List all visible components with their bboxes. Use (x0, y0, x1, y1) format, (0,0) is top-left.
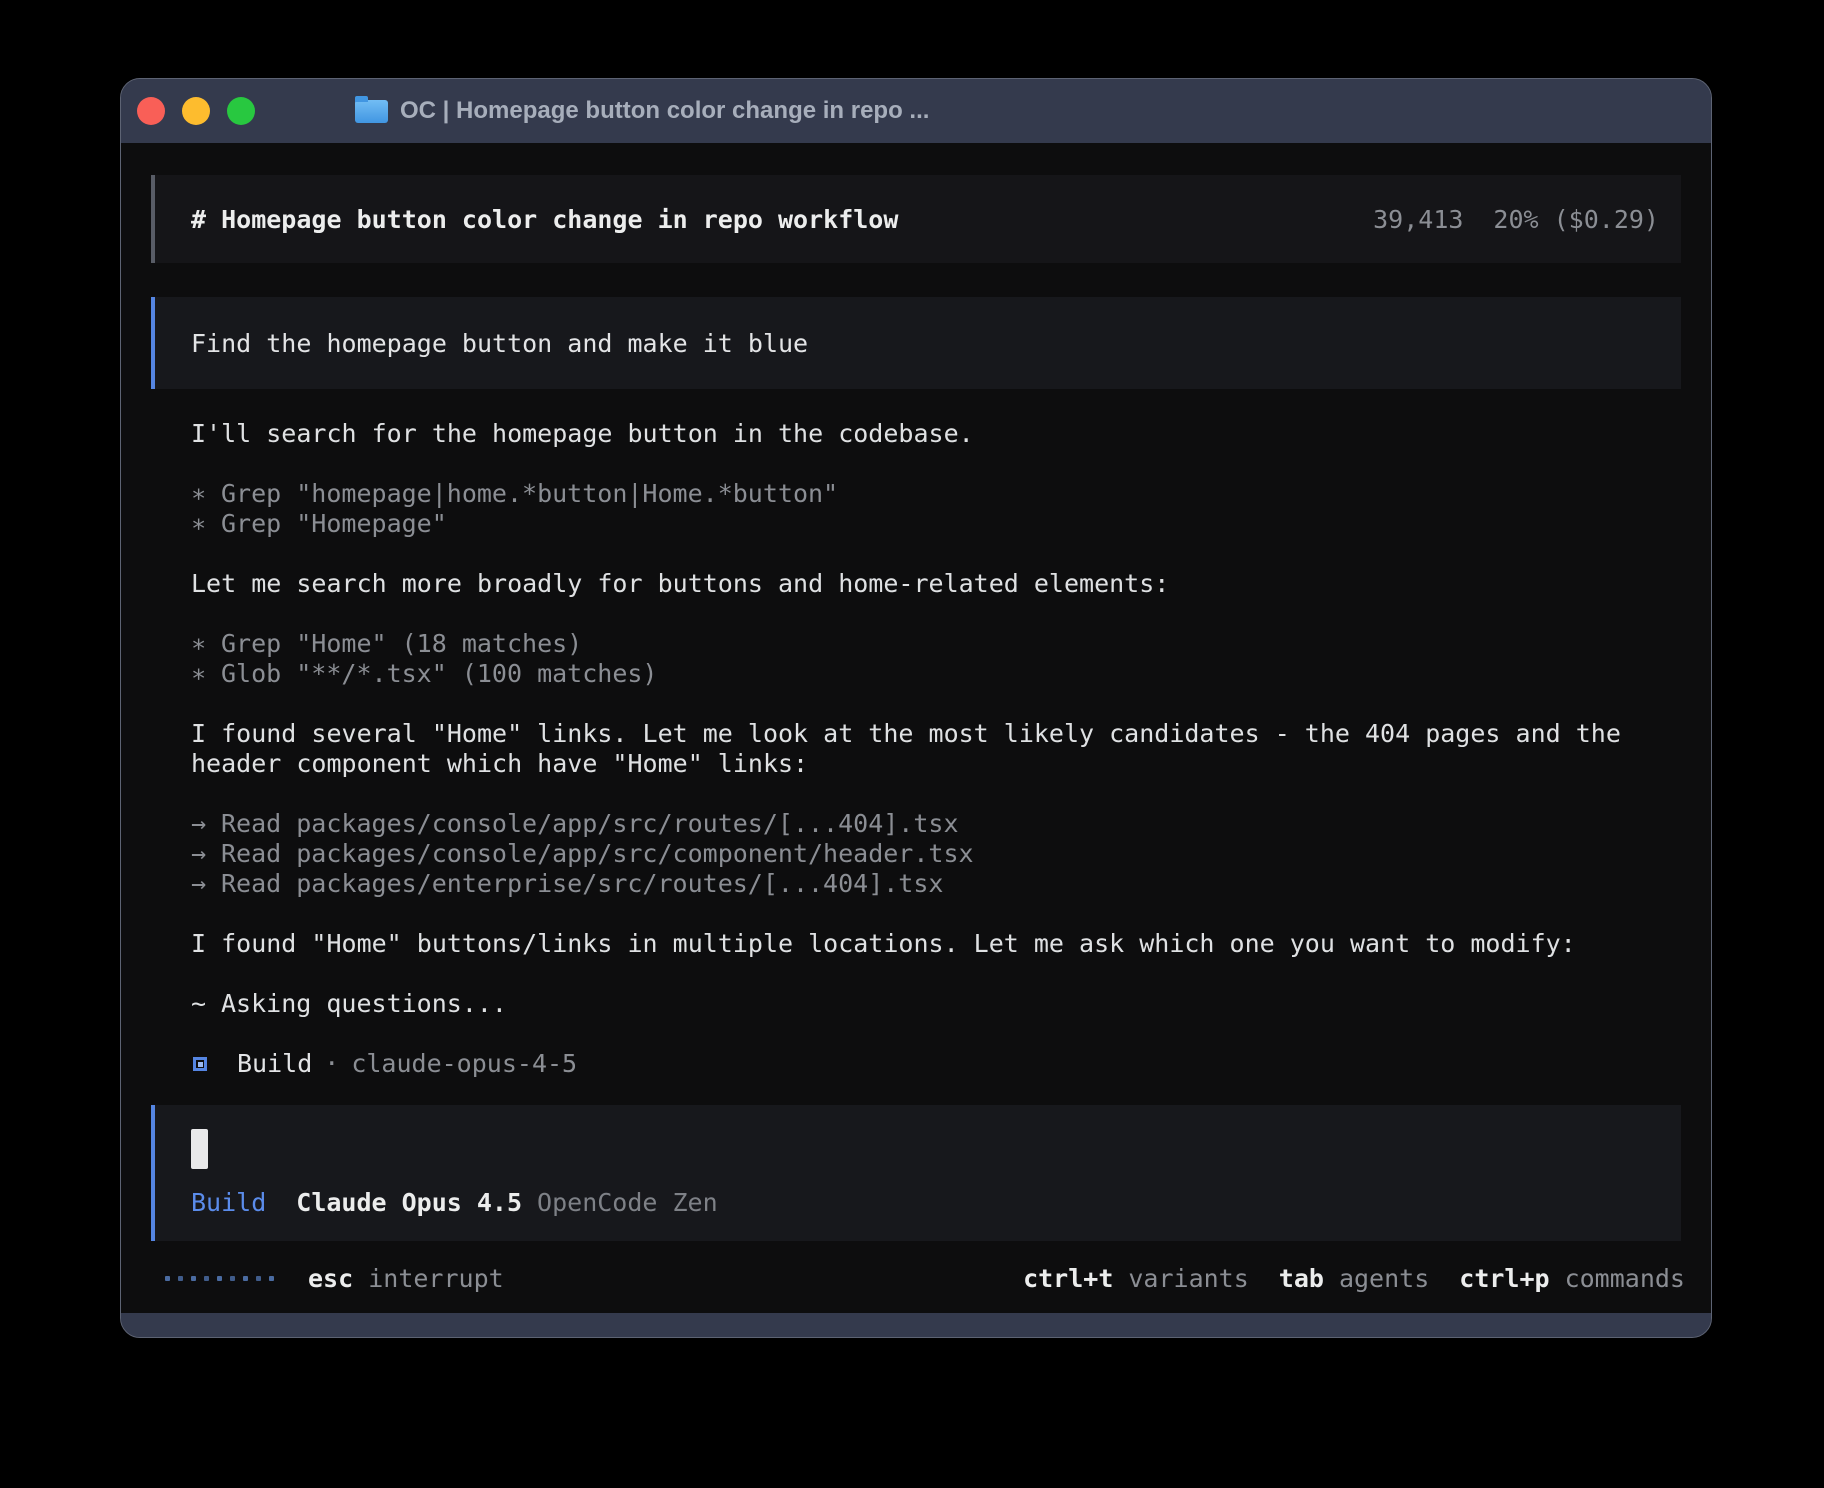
maximize-window-button[interactable] (227, 97, 255, 125)
terminal-content: # Homepage button color change in repo w… (121, 143, 1711, 1313)
assistant-message: I found several "Home" links. Let me loo… (191, 719, 1640, 779)
session-stats: 39,413 20% ($0.29) (1373, 205, 1659, 234)
assistant-message: I found "Home" buttons/links in multiple… (191, 929, 1640, 959)
tool-call-grep: ∗ Grep "homepage|home.*button|Home.*butt… (191, 479, 1640, 509)
esc-action-label: interrupt (368, 1264, 503, 1293)
separator-dot: · (324, 1049, 339, 1079)
tool-call-grep: ∗ Grep "Homepage" (191, 509, 1640, 539)
tool-call-text: Read packages/console/app/src/routes/[..… (221, 809, 959, 839)
tool-bullet-icon: ∗ (191, 509, 221, 539)
shortcut-label: variants (1128, 1264, 1248, 1293)
agent-build-icon (193, 1057, 207, 1071)
text-cursor (191, 1129, 208, 1169)
window-title: OC | Homepage button color change in rep… (400, 97, 929, 125)
session-title: # Homepage button color change in repo w… (191, 205, 898, 234)
tool-call-text: Grep "homepage|home.*button|Home.*button… (221, 479, 838, 509)
arrow-icon: → (191, 839, 221, 869)
tool-call-text: Grep "Homepage" (221, 509, 447, 539)
tool-call-text: Read packages/console/app/src/component/… (221, 839, 974, 869)
tool-call-group: ∗ Grep "Home" (18 matches) ∗ Glob "**/*.… (191, 629, 1640, 689)
agent-name: Build (237, 1049, 312, 1079)
shortcut-interrupt: esc interrupt (308, 1264, 504, 1293)
token-count: 39,413 (1373, 205, 1463, 234)
traffic-lights (137, 97, 255, 125)
tool-bullet-icon: ∗ (191, 659, 221, 689)
user-message-text: Find the homepage button and make it blu… (191, 329, 808, 358)
tool-call-read: → Read packages/console/app/src/routes/[… (191, 809, 1640, 839)
session-header: # Homepage button color change in repo w… (151, 175, 1681, 263)
assistant-message: Let me search more broadly for buttons a… (191, 569, 1640, 599)
working-status-text: Asking questions... (221, 989, 507, 1019)
conversation: I'll search for the homepage button in t… (191, 419, 1640, 1079)
tool-call-grep: ∗ Grep "Home" (18 matches) (191, 629, 1640, 659)
agent-model: claude-opus-4-5 (351, 1049, 577, 1079)
tool-call-text: Read packages/enterprise/src/routes/[...… (221, 869, 943, 899)
tool-call-read: → Read packages/enterprise/src/routes/[.… (191, 869, 1640, 899)
arrow-icon: → (191, 809, 221, 839)
user-message: Find the homepage button and make it blu… (151, 297, 1681, 389)
close-window-button[interactable] (137, 97, 165, 125)
tool-call-text: Glob "**/*.tsx" (100 matches) (221, 659, 658, 689)
tool-call-group: → Read packages/console/app/src/routes/[… (191, 809, 1640, 899)
working-status: ~ Asking questions... (191, 989, 1640, 1019)
input-agent-label: Build (191, 1188, 266, 1217)
window-bottom-strip (121, 1313, 1711, 1337)
esc-key-label: esc (308, 1264, 353, 1293)
terminal-window: OC | Homepage button color change in rep… (120, 78, 1712, 1338)
arrow-icon: → (191, 869, 221, 899)
shortcut-label: agents (1339, 1264, 1429, 1293)
titlebar[interactable]: OC | Homepage button color change in rep… (121, 79, 1711, 143)
input-model-label: Claude Opus 4.5 (296, 1188, 522, 1217)
minimize-window-button[interactable] (182, 97, 210, 125)
shortcut-key: ctrl+p (1459, 1264, 1549, 1293)
assistant-message: I'll search for the homepage button in t… (191, 419, 1640, 449)
shortcut-key: ctrl+t (1023, 1264, 1113, 1293)
shortcut-variants: ctrl+t variants (1023, 1264, 1249, 1293)
tool-call-text: Grep "Home" (18 matches) (221, 629, 582, 659)
spinner-dots (165, 1276, 274, 1281)
folder-icon (355, 100, 388, 123)
tool-call-read: → Read packages/console/app/src/componen… (191, 839, 1640, 869)
tool-call-group: ∗ Grep "homepage|home.*button|Home.*butt… (191, 479, 1640, 539)
agent-status-line: Build · claude-opus-4-5 (191, 1049, 1640, 1079)
shortcut-commands: ctrl+p commands (1459, 1264, 1685, 1293)
tool-bullet-icon: ∗ (191, 629, 221, 659)
statusbar: esc interrupt ctrl+t variants tab agents… (157, 1263, 1681, 1293)
tool-call-glob: ∗ Glob "**/*.tsx" (100 matches) (191, 659, 1640, 689)
shortcut-agents: tab agents (1279, 1264, 1429, 1293)
tilde-icon: ~ (191, 989, 221, 1019)
input-provider-label: OpenCode Zen (537, 1188, 718, 1217)
shortcut-key: tab (1279, 1264, 1324, 1293)
tool-bullet-icon: ∗ (191, 479, 221, 509)
shortcut-label: commands (1565, 1264, 1685, 1293)
prompt-input[interactable]: Build Claude Opus 4.5 OpenCode Zen (151, 1105, 1681, 1241)
context-usage-cost: 20% ($0.29) (1493, 205, 1659, 234)
input-meta: Build Claude Opus 4.5 OpenCode Zen (191, 1188, 1645, 1217)
shortcut-hints: ctrl+t variants tab agents ctrl+p comman… (1023, 1264, 1685, 1293)
